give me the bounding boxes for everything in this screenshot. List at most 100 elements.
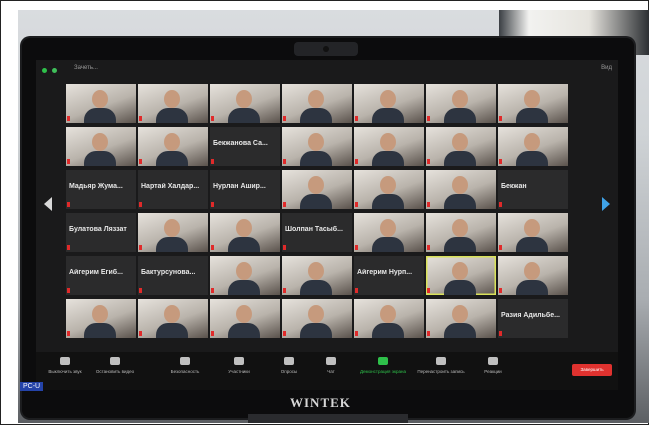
participant-tile[interactable]	[66, 84, 136, 123]
security-dot-icon[interactable]	[42, 68, 47, 73]
participant-face	[308, 90, 324, 108]
participant-body	[228, 280, 260, 295]
muted-mic-icon	[499, 159, 502, 164]
participant-tile[interactable]	[138, 127, 208, 166]
participant-face	[380, 219, 396, 237]
video-camera-icon	[110, 357, 120, 365]
participant-tile[interactable]: Разия Адильбе...	[498, 299, 568, 338]
participant-body	[444, 151, 476, 166]
participant-tile[interactable]	[66, 299, 136, 338]
participant-body	[300, 280, 332, 295]
participant-tile[interactable]	[282, 84, 352, 123]
participant-face	[92, 305, 108, 323]
participant-tile[interactable]	[426, 256, 496, 295]
participant-tile[interactable]	[210, 256, 280, 295]
participant-tile[interactable]	[354, 84, 424, 123]
previous-page-arrow-icon[interactable]	[44, 197, 52, 211]
microphone-icon	[60, 357, 70, 365]
participant-tile[interactable]	[138, 84, 208, 123]
participant-tile[interactable]	[138, 213, 208, 252]
participant-tile[interactable]	[210, 84, 280, 123]
toolbar-button-label: Выключить звук	[48, 369, 82, 374]
participant-face	[452, 219, 468, 237]
view-button[interactable]: Вид	[601, 65, 612, 71]
participant-tile[interactable]	[426, 127, 496, 166]
participant-tile[interactable]: Айгерим Нурп...	[354, 256, 424, 295]
next-page-arrow-icon[interactable]	[602, 197, 610, 211]
muted-mic-icon	[67, 288, 70, 293]
webcam	[294, 42, 358, 56]
participant-tile[interactable]: Бекжан	[498, 170, 568, 209]
muted-mic-icon	[211, 288, 214, 293]
participant-tile[interactable]	[498, 213, 568, 252]
participant-body	[372, 108, 404, 123]
participant-tile[interactable]	[66, 127, 136, 166]
participant-tile[interactable]: Булатова Ляззат	[66, 213, 136, 252]
participant-tile[interactable]	[498, 127, 568, 166]
muted-mic-icon	[67, 245, 70, 250]
participant-tile[interactable]	[354, 127, 424, 166]
muted-mic-icon	[499, 202, 502, 207]
participant-body	[300, 108, 332, 123]
muted-mic-icon	[67, 202, 70, 207]
toolbar-button[interactable]: Реакции	[468, 357, 518, 374]
participant-tile[interactable]: Шолпан Тасыб...	[282, 213, 352, 252]
toolbar-button[interactable]: Участники	[214, 357, 264, 374]
participant-tile[interactable]: Бактурсунова...	[138, 256, 208, 295]
muted-mic-icon	[499, 331, 502, 336]
toolbar-button[interactable]: Остановить видео	[90, 357, 140, 374]
share-screen-icon	[378, 357, 388, 365]
muted-mic-icon	[499, 116, 502, 121]
participant-tile[interactable]	[354, 213, 424, 252]
participant-tile[interactable]	[354, 170, 424, 209]
toolbar-button[interactable]: Чат	[306, 357, 356, 374]
participant-tile[interactable]	[210, 299, 280, 338]
participant-face	[452, 90, 468, 108]
participant-tile[interactable]	[138, 299, 208, 338]
participant-body	[84, 323, 116, 338]
muted-mic-icon	[499, 245, 502, 250]
participant-tile[interactable]	[426, 299, 496, 338]
participant-tile[interactable]	[426, 170, 496, 209]
toolbar-button[interactable]: Демонстрация экрана	[358, 357, 408, 374]
participant-name: Разия Адильбе...	[501, 312, 560, 319]
participant-tile[interactable]	[282, 127, 352, 166]
participant-tile[interactable]: Мадьяр Жума...	[66, 170, 136, 209]
participant-body	[156, 151, 188, 166]
toolbar-button-label: Участники	[228, 369, 250, 374]
participant-tile[interactable]	[210, 213, 280, 252]
participant-tile[interactable]	[282, 170, 352, 209]
toolbar-button[interactable]: Выключить звук	[40, 357, 90, 374]
participant-body	[156, 323, 188, 338]
participant-face	[380, 90, 396, 108]
participant-tile[interactable]: Нартай Халдар...	[138, 170, 208, 209]
participant-tile[interactable]	[282, 299, 352, 338]
participant-body	[228, 323, 260, 338]
participant-tile[interactable]: Бекжанова Са...	[210, 127, 280, 166]
participant-body	[228, 108, 260, 123]
end-meeting-button[interactable]: Завершить	[572, 364, 612, 376]
participant-tile[interactable]	[498, 84, 568, 123]
participant-tile[interactable]	[282, 256, 352, 295]
participant-tile[interactable]	[426, 213, 496, 252]
participant-body	[444, 194, 476, 209]
monitor-brand: WINTEK	[290, 395, 351, 410]
participant-tile[interactable]: Айгерим Егиб...	[66, 256, 136, 295]
window-title: Зачеть...	[74, 65, 98, 71]
info-dot-icon[interactable]	[52, 68, 57, 73]
muted-mic-icon	[427, 202, 430, 207]
participant-name: Нурлан Ашир...	[213, 183, 266, 190]
participant-name: Бекжан	[501, 183, 527, 190]
participant-tile[interactable]	[426, 84, 496, 123]
participant-tile[interactable]	[498, 256, 568, 295]
muted-mic-icon	[283, 202, 286, 207]
participant-body	[372, 194, 404, 209]
monitor: Зачеть... Вид Бекжанова Са... Мадьяр Жума…	[22, 38, 634, 418]
toolbar-button[interactable]: Безопасность	[160, 357, 210, 374]
participant-name: Айгерим Егиб...	[69, 269, 123, 276]
participant-tile[interactable]: Нурлан Ашир...	[210, 170, 280, 209]
participant-face	[524, 90, 540, 108]
participant-tile[interactable]	[354, 299, 424, 338]
participant-name: Бекжанова Са...	[213, 140, 268, 147]
toolbar-button[interactable]: Перенастроить запись	[416, 357, 466, 374]
